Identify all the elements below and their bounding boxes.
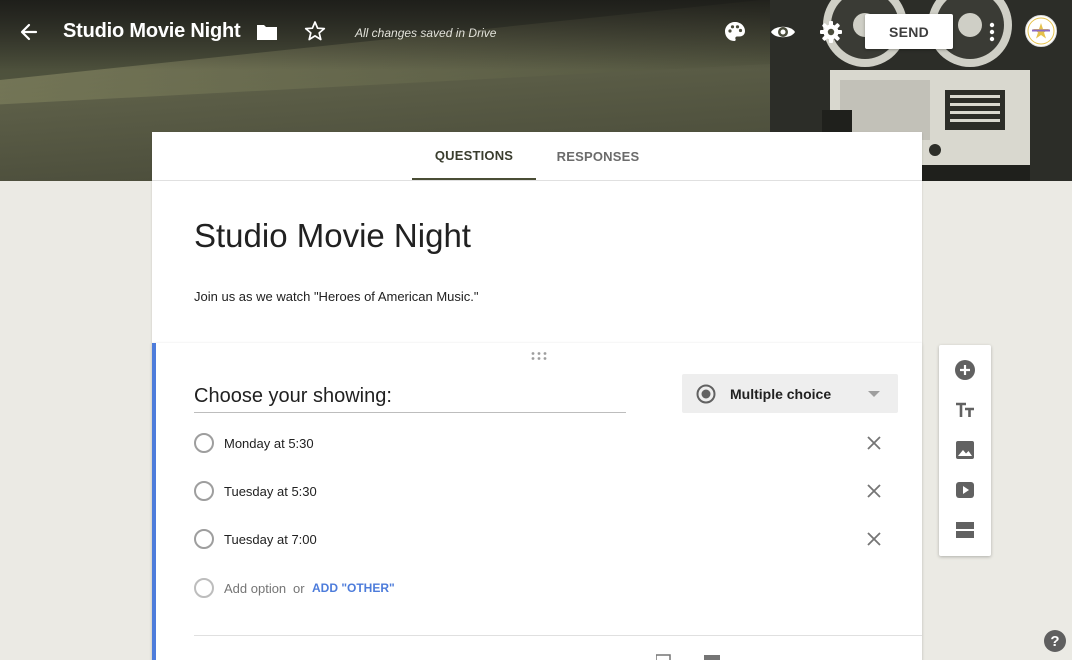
add-other-button[interactable]: ADD "OTHER" [312, 581, 395, 595]
or-text: or [293, 581, 305, 596]
back-button[interactable] [14, 18, 44, 46]
add-video-button[interactable] [953, 478, 977, 502]
toolbar-title[interactable]: Studio Movie Night [63, 20, 241, 43]
tab-questions[interactable]: QUESTIONS [412, 132, 536, 180]
question-type-dropdown[interactable]: Multiple choice [682, 374, 898, 413]
add-question-button[interactable] [953, 358, 977, 382]
option-label[interactable]: Monday at 5:30 [224, 436, 314, 451]
question-type-label: Multiple choice [730, 386, 832, 402]
option-row: Monday at 5:30 [194, 433, 894, 455]
folder-icon [257, 25, 277, 40]
close-icon[interactable] [866, 531, 882, 547]
preview-button[interactable] [770, 20, 796, 44]
avatar-logo-icon [1027, 17, 1055, 45]
star-button[interactable] [304, 20, 326, 42]
settings-button[interactable] [819, 20, 843, 44]
radio-icon [194, 529, 214, 549]
radio-checked-icon [696, 384, 716, 404]
radio-icon [194, 433, 214, 453]
add-question-icon [955, 360, 975, 380]
option-row: Tuesday at 5:30 [194, 481, 894, 503]
section-icon [956, 522, 974, 538]
close-icon[interactable] [866, 435, 882, 451]
star-outline-icon [304, 21, 326, 41]
add-option-row: Add option or ADD "OTHER" [194, 578, 594, 600]
option-label[interactable]: Tuesday at 5:30 [224, 484, 317, 499]
palette-button[interactable] [723, 20, 747, 44]
save-status: All changes saved in Drive [355, 26, 497, 40]
question-title-input[interactable]: Choose your showing: [194, 385, 626, 413]
option-row: Tuesday at 7:00 [194, 529, 894, 551]
form-description[interactable]: Join us as we watch "Heroes of American … [194, 289, 479, 304]
more-vert-icon [989, 22, 995, 42]
drag-handle-icon[interactable] [530, 351, 548, 361]
add-image-button[interactable] [953, 438, 977, 462]
add-section-button[interactable] [953, 518, 977, 542]
send-button[interactable]: SEND [865, 14, 953, 49]
tab-responses[interactable]: RESPONSES [536, 132, 660, 180]
form-header-card: QUESTIONS RESPONSES Studio Movie Night J… [152, 132, 922, 343]
more-options-button[interactable] [984, 19, 1000, 45]
account-avatar[interactable] [1025, 15, 1057, 47]
palette-icon [725, 22, 745, 41]
video-icon [956, 482, 974, 498]
folder-button[interactable] [256, 22, 278, 42]
eye-icon [771, 26, 795, 38]
image-icon [956, 441, 974, 459]
option-label[interactable]: Tuesday at 7:00 [224, 532, 317, 547]
radio-icon [194, 578, 214, 598]
title-text-icon [956, 402, 974, 417]
gear-icon [820, 21, 842, 43]
question-card[interactable]: Choose your showing: Multiple choice Mon… [152, 343, 922, 660]
dropdown-caret-icon [868, 391, 880, 397]
top-toolbar: Studio Movie Night All changes saved in … [0, 0, 1072, 64]
close-icon[interactable] [866, 483, 882, 499]
question-footer-divider [194, 635, 922, 636]
add-title-button[interactable] [953, 398, 977, 422]
side-toolbar [939, 345, 991, 556]
question-footer-icons [656, 654, 720, 660]
form-title[interactable]: Studio Movie Night [194, 217, 471, 255]
radio-icon [194, 481, 214, 501]
arrow-back-icon [20, 23, 38, 41]
tab-bar: QUESTIONS RESPONSES [152, 132, 922, 181]
help-button[interactable]: ? [1044, 630, 1066, 652]
add-option-button[interactable]: Add option [224, 581, 286, 596]
